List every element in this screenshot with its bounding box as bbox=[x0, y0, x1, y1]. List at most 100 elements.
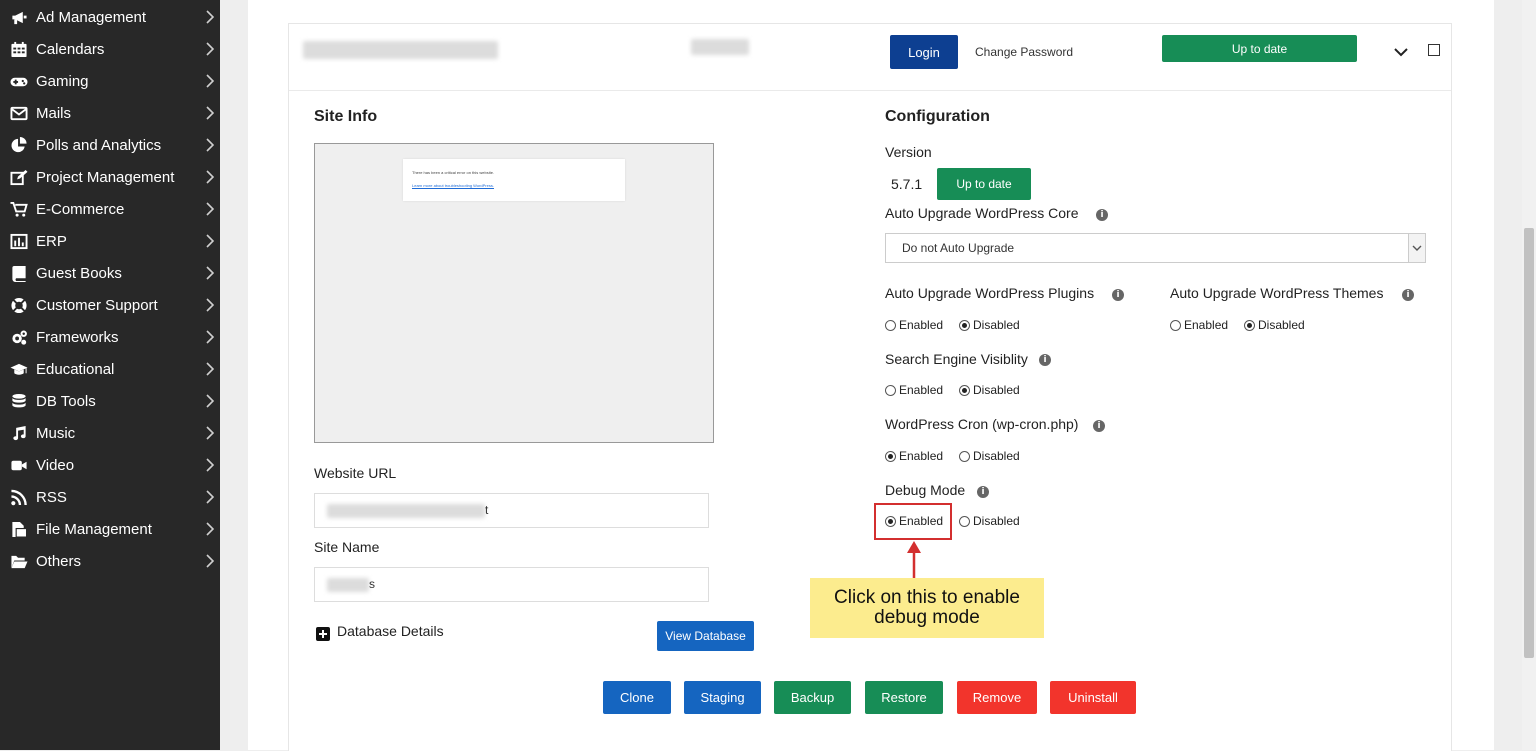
core-info-icon[interactable]: i bbox=[1096, 209, 1108, 221]
chevron-right-icon bbox=[206, 330, 215, 344]
sidebar-item-customer-support[interactable]: Customer Support bbox=[0, 289, 220, 321]
radio-indicator bbox=[959, 515, 970, 527]
remove-button[interactable]: Remove bbox=[957, 681, 1037, 714]
content-card: Login Change Password Up to date Site In… bbox=[248, 0, 1494, 751]
site-name-value-tail: s bbox=[369, 577, 375, 591]
backup-button[interactable]: Backup bbox=[774, 681, 851, 714]
chevron-right-icon bbox=[206, 490, 215, 504]
themes-enabled-radio[interactable]: Enabled bbox=[1170, 318, 1228, 332]
radio-label: Enabled bbox=[899, 514, 944, 528]
radio-indicator bbox=[885, 515, 896, 527]
restore-button[interactable]: Restore bbox=[865, 681, 943, 714]
sidebar-item-mails[interactable]: Mails bbox=[0, 97, 220, 129]
debug-mode-label: Debug Mode bbox=[885, 482, 966, 498]
chevron-right-icon bbox=[206, 42, 215, 56]
sidebar-item-label: Video bbox=[36, 456, 75, 474]
core-select-value: Do not Auto Upgrade bbox=[902, 241, 1015, 255]
chevron-right-icon bbox=[206, 202, 215, 216]
chevron-down-icon[interactable] bbox=[1393, 45, 1409, 57]
sidebar-item-e-commerce[interactable]: E-Commerce bbox=[0, 193, 220, 225]
radio-indicator bbox=[1170, 319, 1181, 331]
sidebar-item-frameworks[interactable]: Frameworks bbox=[0, 321, 220, 353]
lifebuoy-icon bbox=[9, 296, 29, 314]
annotation-arrow-icon bbox=[906, 540, 922, 580]
sidebar-item-label: Project Management bbox=[36, 168, 175, 186]
radio-indicator bbox=[959, 319, 970, 331]
wp-cron-label: WordPress Cron (wp-cron.php) bbox=[885, 416, 1079, 432]
sidebar-item-video[interactable]: Video bbox=[0, 449, 220, 481]
sidebar-item-others[interactable]: Others bbox=[0, 545, 220, 577]
installation-row: Login Change Password Up to date bbox=[289, 24, 1451, 91]
chevron-right-icon bbox=[206, 298, 215, 312]
rss-icon bbox=[9, 488, 29, 506]
uninstall-button[interactable]: Uninstall bbox=[1050, 681, 1136, 714]
themes-info-icon[interactable]: i bbox=[1402, 289, 1414, 301]
clone-button[interactable]: Clone bbox=[603, 681, 671, 714]
music-icon bbox=[9, 424, 29, 442]
blurred-site-name-value bbox=[327, 578, 369, 592]
plugins-disabled-radio[interactable]: Disabled bbox=[959, 318, 1020, 332]
radio-label: Enabled bbox=[899, 318, 944, 332]
cart-icon bbox=[9, 200, 29, 218]
themes-disabled-radio[interactable]: Disabled bbox=[1244, 318, 1305, 332]
radio-indicator bbox=[959, 384, 970, 396]
chevron-right-icon bbox=[206, 458, 215, 472]
sidebar-item-label: Guest Books bbox=[36, 264, 122, 282]
auto-upgrade-plugins-label: Auto Upgrade WordPress Plugins bbox=[885, 285, 1095, 301]
auto-upgrade-core-select[interactable]: Do not Auto Upgrade bbox=[885, 233, 1426, 263]
chevron-right-icon bbox=[206, 426, 215, 440]
sidebar-item-guest-books[interactable]: Guest Books bbox=[0, 257, 220, 289]
sidebar-item-gaming[interactable]: Gaming bbox=[0, 65, 220, 97]
scrollbar-thumb[interactable] bbox=[1524, 228, 1534, 658]
search-info-icon[interactable]: i bbox=[1039, 354, 1051, 366]
sidebar-item-label: E-Commerce bbox=[36, 200, 125, 218]
sidebar-item-music[interactable]: Music bbox=[0, 417, 220, 449]
radio-label: Disabled bbox=[1258, 318, 1305, 332]
configuration-heading: Configuration bbox=[885, 108, 990, 125]
search-disabled-radio[interactable]: Disabled bbox=[959, 383, 1020, 397]
chevron-right-icon bbox=[206, 74, 215, 88]
sidebar-item-calendars[interactable]: Calendars bbox=[0, 33, 220, 65]
site-name-input[interactable]: s bbox=[314, 567, 709, 602]
sidebar-item-erp[interactable]: ERP bbox=[0, 225, 220, 257]
staging-button[interactable]: Staging bbox=[684, 681, 761, 714]
database-details-toggle[interactable]: Database Details bbox=[337, 623, 444, 639]
sidebar-item-polls-and-analytics[interactable]: Polls and Analytics bbox=[0, 129, 220, 161]
folder-open-icon bbox=[9, 552, 29, 570]
plus-square-icon[interactable] bbox=[316, 627, 330, 641]
cron-info-icon[interactable]: i bbox=[1093, 420, 1105, 432]
sidebar-item-project-management[interactable]: Project Management bbox=[0, 161, 220, 193]
radio-indicator bbox=[1244, 319, 1255, 331]
cogs-icon bbox=[9, 328, 29, 346]
version-value: 5.7.1 bbox=[891, 176, 923, 192]
change-password-link[interactable]: Change Password bbox=[975, 45, 1073, 59]
debug-info-icon[interactable]: i bbox=[977, 486, 989, 498]
sidebar-item-db-tools[interactable]: DB Tools bbox=[0, 385, 220, 417]
search-enabled-radio[interactable]: Enabled bbox=[885, 383, 943, 397]
plugins-info-icon[interactable]: i bbox=[1112, 289, 1124, 301]
plugins-enabled-radio[interactable]: Enabled bbox=[885, 318, 943, 332]
url-value-tail: t bbox=[485, 503, 489, 517]
sidebar-item-rss[interactable]: RSS bbox=[0, 481, 220, 513]
version-label: Version bbox=[885, 144, 932, 160]
chevron-right-icon bbox=[206, 10, 215, 24]
up-to-date-status-button[interactable]: Up to date bbox=[1162, 35, 1357, 62]
sidebar-item-label: ERP bbox=[36, 232, 67, 250]
screenshot-error-link: Learn more about troubleshooting WordPre… bbox=[412, 183, 494, 188]
sidebar-item-educational[interactable]: Educational bbox=[0, 353, 220, 385]
cron-enabled-radio[interactable]: Enabled bbox=[885, 449, 943, 463]
page-scrollbar[interactable] bbox=[1522, 0, 1536, 750]
cron-disabled-radio[interactable]: Disabled bbox=[959, 449, 1020, 463]
sidebar-item-file-management[interactable]: File Management bbox=[0, 513, 220, 545]
radio-label: Enabled bbox=[899, 449, 944, 463]
website-url-input[interactable]: t bbox=[314, 493, 709, 528]
select-checkbox[interactable] bbox=[1428, 44, 1440, 56]
debug-disabled-radio[interactable]: Disabled bbox=[959, 514, 1020, 528]
version-up-to-date-button[interactable]: Up to date bbox=[937, 168, 1031, 200]
debug-enabled-radio[interactable]: Enabled bbox=[885, 514, 943, 528]
sidebar-item-label: RSS bbox=[36, 488, 67, 506]
sidebar-item-ad-management[interactable]: Ad Management bbox=[0, 1, 220, 33]
sidebar-item-label: File Management bbox=[36, 520, 152, 538]
view-database-button[interactable]: View Database bbox=[657, 621, 754, 651]
login-button[interactable]: Login bbox=[890, 35, 958, 69]
